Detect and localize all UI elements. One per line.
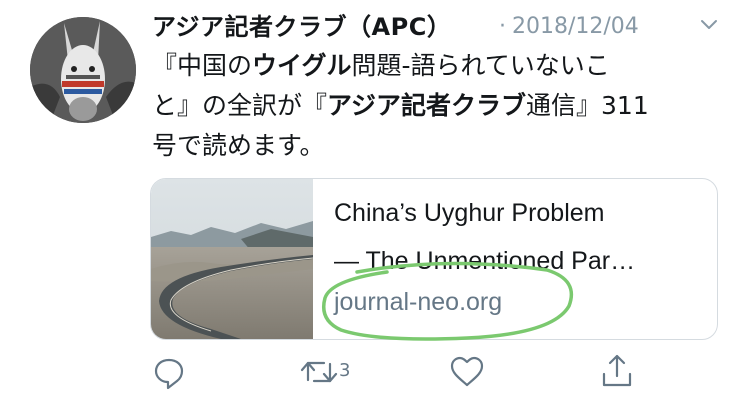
tweet-date[interactable]: 2018/12/04	[512, 8, 639, 46]
chevron-down-icon[interactable]	[699, 14, 719, 34]
like-icon[interactable]	[449, 352, 485, 392]
reply-icon[interactable]	[153, 352, 185, 392]
tweet-text: 『中国のウイグル問題-語られていないこ と』の全訳が『アジア記者クラブ通信』31…	[152, 46, 722, 166]
tweet-text-line: 号で読めます。	[152, 131, 325, 160]
card-domain: journal-neo.org	[334, 288, 503, 316]
tweet-text-line: と』の全訳が『アジア記者クラブ通信』311	[152, 91, 649, 120]
retweet-count: 3	[339, 360, 351, 381]
link-card[interactable]: China’s Uyghur Problem — The Unmentioned…	[150, 178, 718, 340]
card-title-line: China’s Uyghur Problem	[334, 199, 605, 227]
tweet-text-line: 『中国のウイグル問題-語られていないこ	[152, 51, 610, 80]
avatar-donkey-image	[30, 17, 136, 123]
card-thumbnail-landscape	[151, 179, 313, 339]
share-icon[interactable]	[600, 352, 634, 392]
separator: ·	[499, 14, 506, 39]
tweet-header: アジア記者クラブ（APC） · 2018/12/04	[152, 8, 722, 46]
avatar[interactable]	[30, 17, 136, 123]
card-title-line: — The Unmentioned Par…	[334, 247, 636, 275]
card-title: China’s Uyghur Problem — The Unmentioned…	[334, 189, 704, 285]
retweet-icon[interactable]	[299, 352, 339, 392]
action-bar: 3	[0, 352, 750, 392]
author-name[interactable]: アジア記者クラブ（APC）	[152, 8, 451, 46]
